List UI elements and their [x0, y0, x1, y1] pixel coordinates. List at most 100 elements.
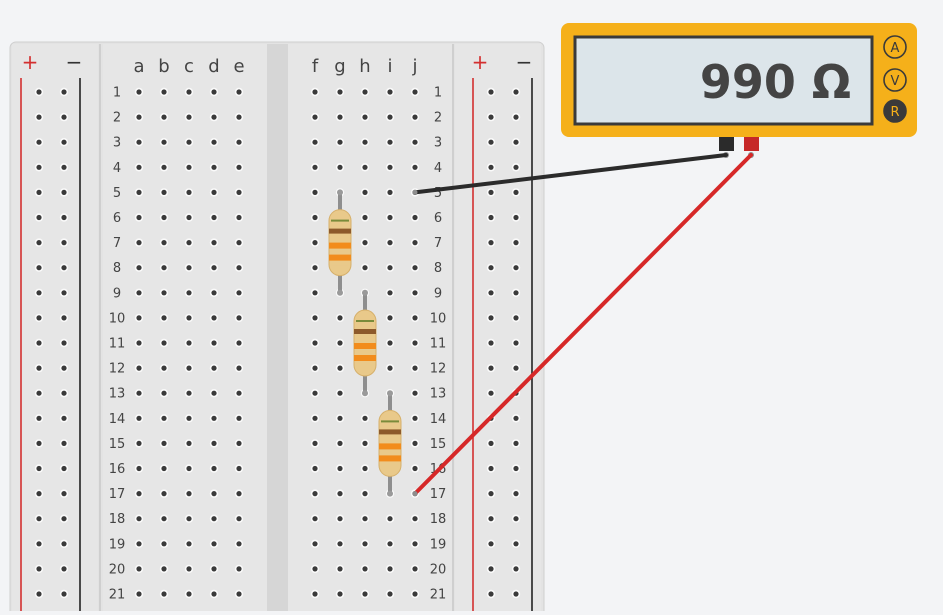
hole-i1[interactable] [385, 87, 395, 97]
black-probe-wire-end[interactable] [412, 189, 418, 195]
hole-a10[interactable] [134, 313, 144, 323]
rail-hole-1-13[interactable] [59, 389, 69, 398]
rail-hole-2-9[interactable] [486, 288, 496, 297]
hole-b16[interactable] [159, 464, 169, 473]
ohm-terminal[interactable] [744, 137, 759, 151]
hole-c5[interactable] [184, 188, 194, 197]
hole-c10[interactable] [184, 313, 194, 323]
hole-e14[interactable] [234, 414, 244, 423]
rail-hole-0-2[interactable] [34, 112, 44, 122]
hole-f2[interactable] [310, 112, 320, 122]
hole-d1[interactable] [209, 87, 219, 97]
hole-a16[interactable] [134, 464, 144, 473]
hole-e17[interactable] [234, 489, 244, 498]
hole-j9[interactable] [410, 288, 420, 297]
hole-d3[interactable] [209, 138, 219, 147]
hole-b11[interactable] [159, 338, 169, 348]
hole-j13[interactable] [410, 389, 420, 398]
hole-f14[interactable] [310, 414, 320, 423]
rail-hole-3-3[interactable] [511, 138, 521, 147]
hole-g3[interactable] [335, 138, 345, 147]
hole-b17[interactable] [159, 489, 169, 498]
hole-d2[interactable] [209, 112, 219, 122]
rail-hole-2-17[interactable] [486, 489, 496, 498]
rail-hole-2-16[interactable] [486, 464, 496, 473]
hole-g17[interactable] [335, 489, 345, 498]
hole-a14[interactable] [134, 414, 144, 423]
hole-g14[interactable] [335, 414, 345, 423]
hole-h3[interactable] [360, 138, 370, 147]
mode-button-r[interactable]: R [883, 99, 907, 123]
hole-c21[interactable] [184, 589, 194, 599]
hole-g21[interactable] [335, 589, 345, 599]
rail-hole-0-3[interactable] [34, 138, 44, 147]
hole-f19[interactable] [310, 539, 320, 548]
rail-hole-3-15[interactable] [511, 439, 521, 448]
hole-b14[interactable] [159, 414, 169, 423]
hole-i19[interactable] [385, 539, 395, 548]
hole-i5[interactable] [385, 188, 395, 197]
hole-e8[interactable] [234, 263, 244, 272]
circuit-svg[interactable]: + − + −a b c d e f g h i j1 12 23 34 45 56 67 78 89 910 1011 11… [0, 0, 943, 615]
hole-c1[interactable] [184, 87, 194, 97]
hole-i11[interactable] [385, 338, 395, 348]
hole-i4[interactable] [385, 163, 395, 172]
hole-e15[interactable] [234, 439, 244, 448]
hole-b3[interactable] [159, 138, 169, 147]
hole-c14[interactable] [184, 414, 194, 423]
hole-f4[interactable] [310, 163, 320, 172]
rail-hole-3-5[interactable] [511, 188, 521, 197]
hole-h6[interactable] [360, 213, 370, 222]
hole-g16[interactable] [335, 464, 345, 473]
rail-hole-2-12[interactable] [486, 363, 496, 373]
hole-f13[interactable] [310, 389, 320, 398]
rail-hole-3-16[interactable] [511, 464, 521, 473]
rail-hole-0-21[interactable] [34, 589, 44, 599]
rail-hole-2-13[interactable] [486, 389, 496, 398]
hole-d5[interactable] [209, 188, 219, 197]
rail-hole-3-17[interactable] [511, 489, 521, 498]
hole-e2[interactable] [234, 112, 244, 122]
hole-b5[interactable] [159, 188, 169, 197]
hole-e4[interactable] [234, 163, 244, 172]
hole-g15[interactable] [335, 439, 345, 448]
hole-g13[interactable] [335, 389, 345, 398]
hole-j20[interactable] [410, 564, 420, 574]
hole-d11[interactable] [209, 338, 219, 348]
rail-hole-1-16[interactable] [59, 464, 69, 473]
rail-hole-0-18[interactable] [34, 514, 44, 523]
hole-i7[interactable] [385, 238, 395, 247]
rail-hole-0-10[interactable] [34, 313, 44, 323]
hole-a13[interactable] [134, 389, 144, 398]
hole-f21[interactable] [310, 589, 320, 599]
rail-hole-0-16[interactable] [34, 464, 44, 473]
hole-h19[interactable] [360, 539, 370, 548]
hole-d12[interactable] [209, 363, 219, 373]
hole-g2[interactable] [335, 112, 345, 122]
rail-hole-0-7[interactable] [34, 238, 44, 247]
hole-c4[interactable] [184, 163, 194, 172]
hole-a9[interactable] [134, 288, 144, 297]
hole-d21[interactable] [209, 589, 219, 599]
hole-c11[interactable] [184, 338, 194, 348]
rail-hole-1-1[interactable] [59, 87, 69, 97]
hole-d7[interactable] [209, 238, 219, 247]
hole-c19[interactable] [184, 539, 194, 548]
hole-b2[interactable] [159, 112, 169, 122]
hole-a15[interactable] [134, 439, 144, 448]
hole-a12[interactable] [134, 363, 144, 373]
hole-h17[interactable] [360, 489, 370, 498]
hole-b12[interactable] [159, 363, 169, 373]
hole-a8[interactable] [134, 263, 144, 272]
hole-d18[interactable] [209, 514, 219, 523]
rail-hole-1-17[interactable] [59, 489, 69, 498]
hole-j12[interactable] [410, 363, 420, 373]
hole-j4[interactable] [410, 163, 420, 172]
hole-d9[interactable] [209, 288, 219, 297]
hole-e10[interactable] [234, 313, 244, 323]
hole-i20[interactable] [385, 564, 395, 574]
hole-a1[interactable] [134, 87, 144, 97]
rail-hole-3-4[interactable] [511, 163, 521, 172]
com-terminal[interactable] [719, 137, 734, 151]
rail-hole-2-19[interactable] [486, 539, 496, 548]
